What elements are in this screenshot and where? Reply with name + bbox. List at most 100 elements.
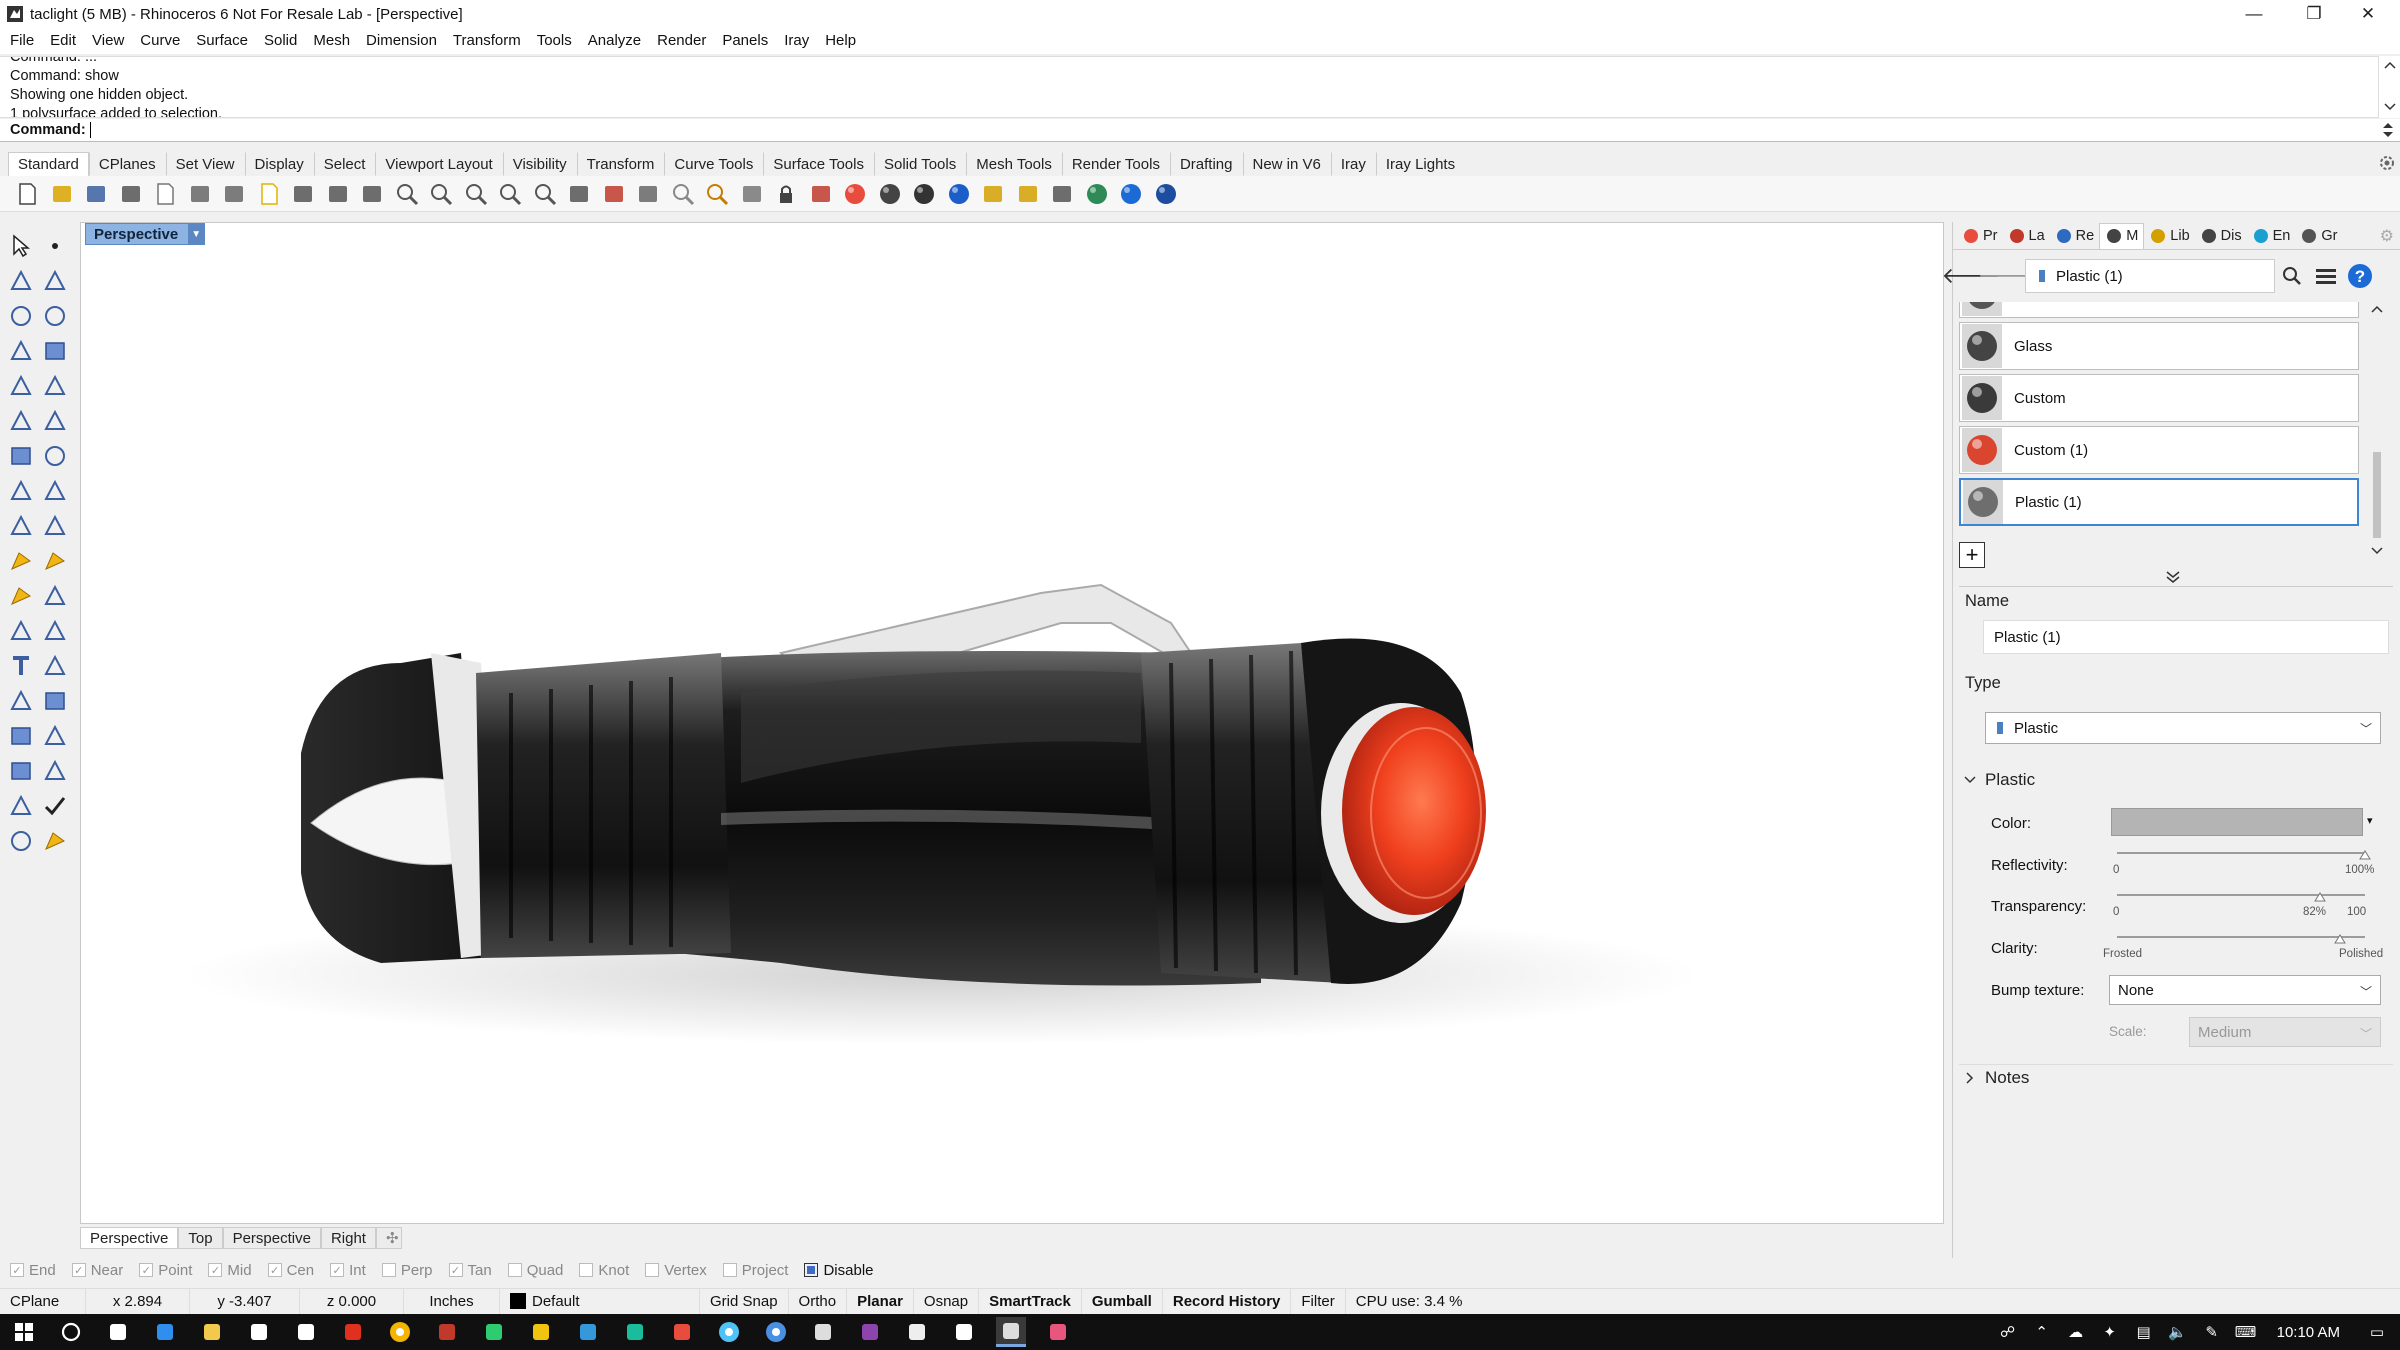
keyboard-icon[interactable]: ⌨ [2235,1321,2257,1343]
rhino-render-icon[interactable] [1043,1317,1073,1347]
osnap-project[interactable]: Project [722,1262,788,1279]
viewport-perspective[interactable]: Perspective ▼ [80,222,1944,1224]
menu-render[interactable]: Render [649,28,714,54]
array-icon[interactable] [6,686,36,716]
zoom-selected-icon[interactable] [495,179,525,209]
plane-surface-icon[interactable] [40,476,70,506]
calculator-icon[interactable] [808,1317,838,1347]
app-red2-icon[interactable] [667,1317,697,1347]
panel-tab-pr[interactable]: Pr [1957,223,2003,249]
print-icon[interactable] [116,179,146,209]
camera-icon[interactable] [633,179,663,209]
clock[interactable]: 10:10 AM [2277,1324,2340,1341]
reflectivity-thumb[interactable] [2359,850,2371,860]
osnap-toggle[interactable]: Osnap [914,1288,980,1315]
plastic-section-header[interactable]: Plastic [1963,770,2035,790]
osnap-vertex[interactable]: Vertex [645,1262,707,1279]
ellipse-icon[interactable] [40,301,70,331]
history-icon[interactable] [40,756,70,786]
panel-tab-re[interactable]: Re [2050,223,2100,249]
osnap-knot[interactable]: Knot [579,1262,629,1279]
material-item[interactable]: Custom (1) [1959,426,2359,474]
add-material-button[interactable]: + [1959,542,1985,568]
polyline-icon[interactable] [6,266,36,296]
acrobat-icon[interactable] [338,1317,368,1347]
panel-tab-gr[interactable]: Gr [2295,223,2342,249]
add-viewport-tab-icon[interactable]: ✣ [375,1227,402,1249]
pan-icon[interactable] [323,179,353,209]
rotate-view-icon[interactable] [357,179,387,209]
transparency-thumb[interactable] [2314,892,2327,902]
ortho-toggle[interactable]: Ortho [789,1288,848,1315]
search-icon[interactable] [56,1317,86,1347]
status-cplane[interactable]: CPlane [0,1288,86,1315]
filter-toggle[interactable]: Filter [1291,1288,1346,1315]
osnap-near[interactable]: ✓ Near [71,1262,123,1279]
app-green-icon[interactable] [479,1317,509,1347]
tab-render-tools[interactable]: Render Tools [1061,152,1170,176]
chevron-up-icon[interactable]: ⌃ [2031,1321,2053,1343]
menu-transform[interactable]: Transform [445,28,529,54]
mesh-icon[interactable] [6,511,36,541]
shade-icon[interactable] [875,179,905,209]
book-icon[interactable] [6,791,36,821]
material-list[interactable]: Metal (2) Glass Custom Custom (1) Plastic (1… [1959,302,2365,552]
copy-icon[interactable] [219,179,249,209]
check-icon[interactable] [40,791,70,821]
dropbox-icon[interactable]: ✦ [2099,1321,2121,1343]
gear-icon[interactable] [2378,154,2396,172]
app-cyan-icon[interactable] [714,1317,744,1347]
menu-solid[interactable]: Solid [256,28,305,54]
clarity-slider[interactable] [2117,936,2365,938]
options-icon[interactable] [1151,179,1181,209]
light-icon[interactable] [737,179,767,209]
import-icon[interactable] [150,179,180,209]
command-line[interactable]: Command: [0,119,2400,142]
menu-curve[interactable]: Curve [132,28,188,54]
rhino-taskbar-icon[interactable] [995,1317,1026,1347]
osnap-int[interactable]: ✓ Int [330,1262,366,1279]
smarttrack-toggle[interactable]: SmartTrack [979,1288,1082,1315]
tab-standard[interactable]: Standard [8,152,89,176]
tab-display[interactable]: Display [244,152,314,176]
lock-icon[interactable] [771,179,801,209]
app-blue-icon[interactable] [573,1317,603,1347]
viewport-tab-perspective[interactable]: Perspective [80,1227,179,1249]
select-arrow-icon[interactable] [6,231,36,261]
app-red-icon[interactable] [432,1317,462,1347]
color-swatch[interactable] [2111,808,2363,836]
zoom-target-icon[interactable] [702,179,732,209]
viewport-menu-icon[interactable]: ▼ [188,224,205,244]
menu-edit[interactable]: Edit [42,28,84,54]
store-icon[interactable] [244,1317,274,1347]
menu-panels[interactable]: Panels [714,28,776,54]
osnap-point[interactable]: ✓ Point [139,1262,192,1279]
target-icon[interactable] [668,179,698,209]
menu-surface[interactable]: Surface [188,28,256,54]
curve-icon[interactable] [40,266,70,296]
tab-transform[interactable]: Transform [576,152,665,176]
command-history-scrollbar[interactable] [2378,56,2400,118]
reflectivity-slider[interactable] [2117,852,2365,854]
zoom-extents-icon[interactable] [461,179,491,209]
transparency-slider[interactable] [2117,894,2365,896]
undo-icon[interactable] [288,179,318,209]
move-icon[interactable] [40,721,70,751]
offset-icon[interactable] [40,546,70,576]
tab-select[interactable]: Select [313,152,376,176]
menu-tools[interactable]: Tools [529,28,580,54]
menu-dimension[interactable]: Dimension [358,28,445,54]
tab-cplanes[interactable]: CPlanes [88,152,166,176]
viewport-tab-top[interactable]: Top [178,1227,223,1249]
material-item[interactable]: Plastic (1) [1959,478,2359,526]
command-history[interactable]: Command: ... Command: show Showing one h… [0,56,2400,118]
planar-toggle[interactable]: Planar [847,1288,914,1315]
material-item[interactable]: Metal (2) [1959,302,2359,318]
grid-array-icon[interactable] [6,721,36,751]
material-type-select[interactable]: Plastic ﹀ [1985,712,2381,744]
tab-surface-tools[interactable]: Surface Tools [763,152,874,176]
record-history-toggle[interactable]: Record History [1163,1288,1292,1315]
help-icon[interactable]: ? [2343,259,2377,293]
grid-snap-toggle[interactable]: Grid Snap [700,1288,789,1315]
menu-mesh[interactable]: Mesh [305,28,358,54]
